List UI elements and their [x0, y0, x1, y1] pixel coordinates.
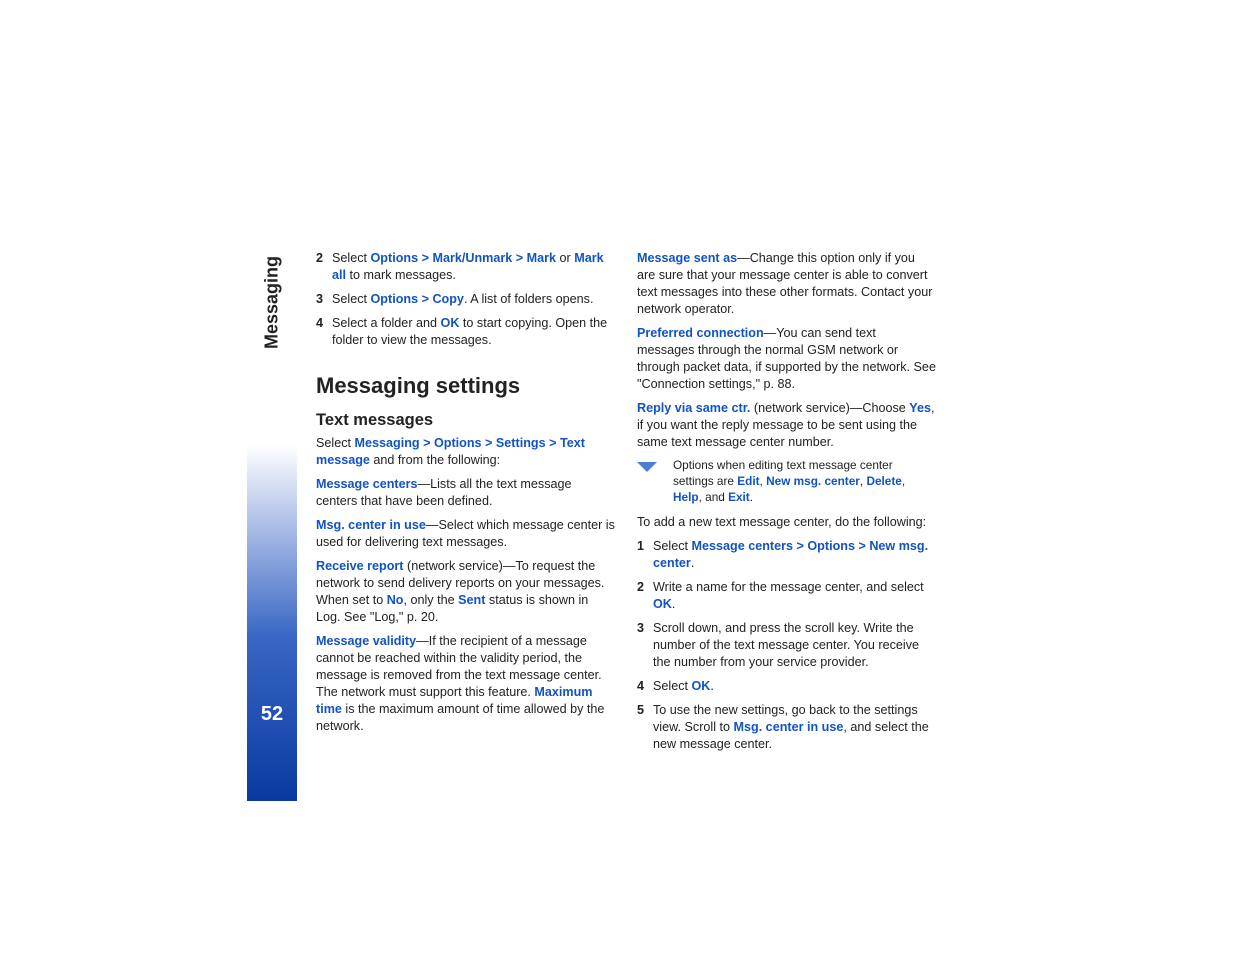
ui-term: Mark/Unmark [432, 251, 512, 265]
ui-term: Message validity [316, 634, 416, 648]
list-item: 4 Select a folder and OK to start copyin… [316, 315, 615, 349]
page-content: 2 Select Options > Mark/Unmark > Mark or… [316, 250, 936, 753]
ui-term: Delete [866, 474, 901, 488]
list-item: 4 Select OK. [637, 678, 936, 695]
paragraph: Message centers—Lists all the text messa… [316, 476, 615, 510]
ui-term: Copy [432, 292, 463, 306]
paragraph: To add a new text message center, do the… [637, 514, 936, 531]
ui-term: Options [371, 292, 419, 306]
paragraph: Receive report (network service)—To requ… [316, 558, 615, 626]
ui-term: OK [441, 316, 460, 330]
ui-term: Options [434, 436, 482, 450]
ui-term: No [387, 593, 404, 607]
list-item: 5 To use the new settings, go back to th… [637, 702, 936, 753]
ui-term: Msg. center in use [734, 720, 844, 734]
tip-block: Options when editing text message center… [637, 458, 936, 506]
heading-1: Messaging settings [316, 371, 615, 401]
list-marker: 3 [316, 291, 332, 308]
section-label: Messaging [262, 256, 283, 349]
paragraph: Select Messaging > Options > Settings > … [316, 435, 615, 469]
list-marker: 3 [637, 620, 653, 671]
paragraph: Message validity—If the recipient of a m… [316, 633, 615, 735]
ui-term: Msg. center in use [316, 518, 426, 532]
list-item: 2 Select Options > Mark/Unmark > Mark or… [316, 250, 615, 284]
tip-icon [637, 460, 657, 472]
list-marker: 1 [637, 538, 653, 572]
ui-term: OK [692, 679, 711, 693]
ui-term: Exit [728, 490, 750, 504]
list-marker: 5 [637, 702, 653, 753]
ui-term: Message centers [692, 539, 794, 553]
list-item: 3 Select Options > Copy. A list of folde… [316, 291, 615, 308]
list-marker: 4 [316, 315, 332, 349]
ui-term: Messaging [355, 436, 420, 450]
heading-2: Text messages [316, 409, 615, 431]
list-item: 3 Scroll down, and press the scroll key.… [637, 620, 936, 671]
ui-term: Mark [527, 251, 556, 265]
paragraph: Reply via same ctr. (network service)—Ch… [637, 400, 936, 451]
ui-term: OK [653, 597, 672, 611]
ui-term: Help [673, 490, 699, 504]
ui-term: Preferred connection [637, 326, 764, 340]
ui-term: Options [807, 539, 855, 553]
ui-term: Message sent as [637, 251, 737, 265]
ui-term: Message centers [316, 477, 418, 491]
ui-term: New msg. center [766, 474, 860, 488]
ui-term: Settings [496, 436, 546, 450]
sidebar: Messaging 52 [247, 165, 297, 801]
ui-term: Edit [737, 474, 759, 488]
list-marker: 2 [316, 250, 332, 284]
ui-term: Options [371, 251, 419, 265]
list-item: 2 Write a name for the message center, a… [637, 579, 936, 613]
list-marker: 2 [637, 579, 653, 613]
paragraph: Msg. center in use—Select which message … [316, 517, 615, 551]
ui-term: Yes [909, 401, 931, 415]
list-item: 1 Select Message centers > Options > New… [637, 538, 936, 572]
paragraph: Preferred connection—You can send text m… [637, 325, 936, 393]
ui-term: Receive report [316, 559, 404, 573]
list-marker: 4 [637, 678, 653, 695]
ui-term: Reply via same ctr. [637, 401, 750, 415]
ui-term: Sent [458, 593, 485, 607]
page-number: 52 [261, 703, 283, 726]
paragraph: Message sent as—Change this option only … [637, 250, 936, 318]
